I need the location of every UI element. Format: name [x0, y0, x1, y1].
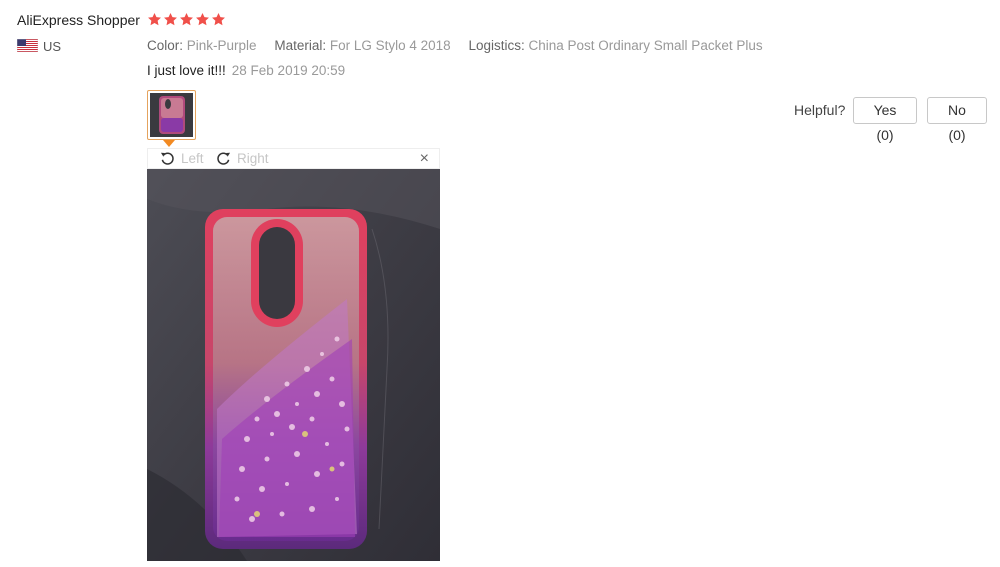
helpful-yes-button[interactable]: Yes (0): [853, 97, 917, 143]
star-icon: [180, 12, 193, 26]
helpful-no-button[interactable]: No (0): [927, 97, 987, 143]
close-icon[interactable]: ×: [420, 150, 429, 168]
attr-key: Logistics:: [468, 38, 525, 53]
thumbnail-pointer: [163, 140, 175, 147]
review-body: I just love it!!! 28 Feb 2019 20:59: [147, 63, 345, 78]
reviewer-name: AliExpress Shopper: [17, 12, 140, 28]
review-photo: [147, 169, 440, 561]
rotate-right-label: Right: [237, 151, 269, 166]
attr-material: Material: For LG Stylo 4 2018: [274, 38, 450, 53]
rotate-right-icon: [217, 152, 231, 165]
attr-color: Color: Pink-Purple: [147, 38, 257, 53]
rotate-left-label: Left: [181, 151, 204, 166]
star-icon: [196, 12, 209, 26]
review-date: 28 Feb 2019 20:59: [231, 63, 346, 78]
helpful-label: Helpful?: [794, 102, 846, 118]
image-viewer-toolbar: Left Right ×: [147, 148, 440, 169]
rotate-right-button[interactable]: Right: [215, 150, 269, 167]
attr-key: Color:: [147, 38, 184, 53]
country-code: US: [43, 39, 62, 54]
attr-logistics: Logistics: China Post Ordinary Small Pac…: [468, 38, 762, 53]
attr-value: Pink-Purple: [186, 38, 257, 53]
star-icon: [212, 12, 225, 26]
rating-stars: [147, 12, 226, 27]
rotate-left-button[interactable]: Left: [159, 150, 204, 167]
thumbnail-image: [150, 93, 193, 137]
us-flag-icon: [17, 39, 38, 52]
order-attributes: Color: Pink-Purple Material: For LG Styl…: [147, 38, 777, 53]
star-icon: [148, 12, 161, 26]
star-icon: [164, 12, 177, 26]
rotate-left-icon: [160, 152, 174, 165]
review-text: I just love it!!!: [147, 63, 226, 78]
attr-value: For LG Stylo 4 2018: [329, 38, 451, 53]
attr-value: China Post Ordinary Small Packet Plus: [528, 38, 763, 53]
attr-key: Material:: [274, 38, 327, 53]
photo-thumbnail[interactable]: [147, 90, 196, 140]
